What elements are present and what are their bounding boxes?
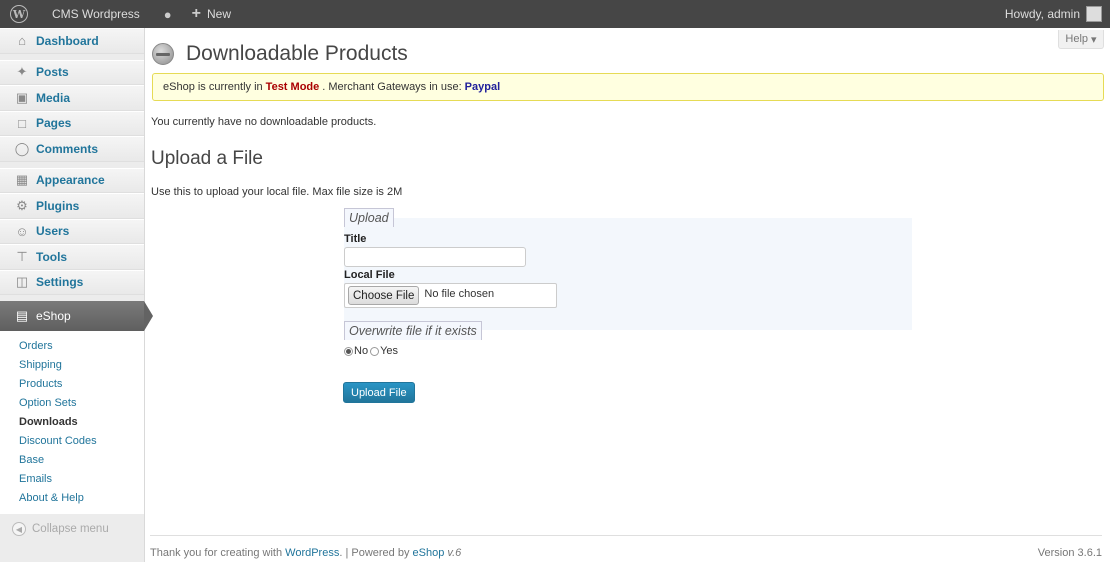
plus-icon: + [191,5,201,22]
users-icon: ☺ [15,223,29,239]
footer-text-powered: . | Powered by [339,547,410,559]
collapse-menu-button[interactable]: ◀ Collapse menu [0,522,144,536]
sidebar-item-label: Posts [36,65,69,80]
sidebar-item-tools[interactable]: ⊤ Tools [0,244,144,270]
howdy-label: Howdy, admin [1004,7,1080,21]
sidebar-item-label: Media [36,90,71,105]
chevron-down-icon: ▾ [1091,33,1097,46]
house-icon: ⌂ [18,33,26,49]
title-input[interactable] [344,247,526,267]
sidebar-item-dashboard[interactable]: ⌂ Dashboard [0,28,144,54]
eshop-version: v.6 [447,547,462,559]
sidebar-item-users[interactable]: ☺ Users [0,218,144,244]
submenu-base[interactable]: Base [0,451,144,470]
sidebar-item-label: Settings [36,275,84,290]
sidebar-item-posts[interactable]: ✦ Posts [0,59,144,85]
local-file-input[interactable]: Choose File No file chosen [344,283,557,308]
plug-icon: ⚙ [16,197,28,213]
upload-file-button[interactable]: Upload File [343,382,415,403]
overwrite-legend: Overwrite file if it exists [344,321,482,340]
speech-bubble-icon: ● [163,6,172,22]
sidebar-item-label: Comments [36,141,99,156]
submenu-downloads[interactable]: Downloads [0,413,144,432]
radio-no[interactable] [344,346,353,356]
sidebar-item-settings[interactable]: ◫ Settings [0,269,144,295]
collapse-label: Collapse menu [32,523,109,535]
comment-icon: ◯ [14,140,30,156]
sidebar-item-media[interactable]: ▣ Media [0,85,144,111]
no-products-message: You currently have no downloadable produ… [151,116,377,128]
admin-bar: W CMS Wordpress ● + New Howdy, admin [0,0,1110,28]
submenu-orders[interactable]: Orders [0,337,144,356]
help-label: Help [1065,33,1089,45]
submenu-products[interactable]: Products [0,375,144,394]
help-tab[interactable]: Help ▾ [1058,30,1104,49]
notice-text-middle: . Merchant Gateways in use: [322,81,462,93]
site-name-link[interactable]: CMS Wordpress [38,0,154,28]
pin-icon: ✦ [16,64,28,80]
submenu-shipping[interactable]: Shipping [0,356,144,375]
disc-icon [152,43,174,65]
sidebar-item-label: Pages [36,116,72,131]
title-label: Title [344,233,367,245]
eshop-submenu: Orders Shipping Products Option Sets Dow… [0,331,144,514]
radio-no-label: No [354,345,369,357]
eshop-icon: ▤ [15,308,29,323]
footer-credits: Thank you for creating with WordPress. |… [150,547,461,559]
upload-legend: Upload [344,208,394,227]
sidebar-item-label: Appearance [36,173,105,188]
local-file-label: Local File [344,269,395,281]
tools-icon: ⊤ [16,248,28,264]
sidebar-item-label: eShop [36,309,71,323]
sidebar-item-pages[interactable]: □ Pages [0,110,144,136]
submenu-discount-codes[interactable]: Discount Codes [0,432,144,451]
appearance-icon: ▦ [15,172,29,188]
new-content-menu[interactable]: + New [182,0,241,28]
sidebar-item-label: Dashboard [36,33,99,48]
sidebar-item-eshop[interactable]: ▤ eShop [0,301,153,331]
radio-yes-label: Yes [380,345,399,357]
upload-form: Upload Title Local File Choose File No f… [340,208,912,357]
comments-link[interactable]: ● [154,0,182,28]
choose-file-button[interactable]: Choose File [348,286,420,305]
page-title: Downloadable Products [152,42,408,66]
sidebar-item-label: Tools [36,249,68,264]
wordpress-logo-icon[interactable]: W [0,0,38,28]
footer-text: Thank you for creating with [150,547,283,559]
new-label: New [207,7,232,21]
sidebar-item-label: Users [36,224,70,239]
admin-sidebar: ⌂ Dashboard ✦ Posts ▣ Media □ Pages ◯ Comment… [0,28,153,562]
gateway-name: Paypal [464,81,501,93]
sidebar-item-plugins[interactable]: ⚙ Plugins [0,193,144,219]
sidebar-item-comments[interactable]: ◯ Comments [0,136,144,162]
submenu-about-help[interactable]: About & Help [0,489,144,508]
page-heading: Downloadable Products [186,42,408,65]
pages-icon: □ [18,115,26,131]
avatar [1086,6,1102,22]
notice-text: eShop is currently in [163,81,263,93]
wp-version: Version 3.6.1 [1037,547,1102,559]
collapse-arrow-icon: ◀ [12,522,26,536]
upload-info-text: Use this to upload your local file. Max … [151,186,403,198]
my-account-menu[interactable]: Howdy, admin [1005,0,1102,28]
settings-icon: ◫ [15,274,29,290]
radio-yes[interactable] [370,346,380,356]
footer: Thank you for creating with WordPress. |… [150,535,1102,559]
eshop-link[interactable]: eShop [413,547,445,559]
sidebar-item-label: Plugins [36,198,80,213]
section-heading: Upload a File [151,148,263,169]
submenu-emails[interactable]: Emails [0,470,144,489]
overwrite-radio-group: No Yes [344,345,398,357]
submenu-option-sets[interactable]: Option Sets [0,394,144,413]
no-file-chosen-text: No file chosen [424,287,495,300]
test-mode-label: Test Mode [265,81,320,93]
main-content: Help ▾ Downloadable Products eShop is cu… [150,28,1104,562]
wordpress-link[interactable]: WordPress [285,547,339,559]
test-mode-notice: eShop is currently in Test Mode . Mercha… [152,73,1104,101]
media-icon: ▣ [15,89,29,105]
sidebar-item-appearance[interactable]: ▦ Appearance [0,167,144,193]
